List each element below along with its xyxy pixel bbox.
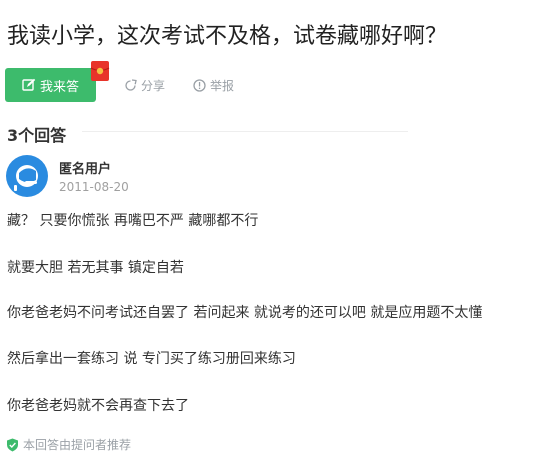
recommended-badge: 本回答由提问者推荐 [6,436,131,453]
share-label: 分享 [141,79,166,93]
answer-paragraph: 藏？ 只要你慌张 再嘴巴不严 藏哪都不行 [7,213,259,229]
share-link[interactable]: 分享 [124,77,165,94]
answer-button-label: 我来答 [39,79,79,95]
answer-count: 3个回答 [7,126,67,145]
edit-icon [22,78,36,91]
answer-button[interactable]: 我来答 [5,68,96,102]
answer-paragraph: 就要大胆 若无其事 镇定自若 [7,260,184,276]
avatar[interactable] [6,155,48,197]
report-icon [193,79,206,92]
shield-check-icon [7,438,18,451]
question-title: 我读小学，这次考试不及格，试卷藏哪好啊？ [7,24,448,49]
recommended-label: 本回答由提问者推荐 [23,438,132,452]
red-packet-icon[interactable] [90,60,110,82]
question-toolbar: 我来答 分享 举报 [5,61,545,102]
answer-paragraph: 你老爸老妈就不会再查下去了 [7,398,189,414]
report-link[interactable]: 举报 [193,77,234,94]
divider [82,131,408,132]
user-name[interactable]: 匿名用户 [59,158,111,177]
answer-date: 2011-08-20 [59,180,129,194]
answer-paragraph: 然后拿出一套练习 说 专门买了练习册回来练习 [7,351,296,367]
answer-paragraph: 你老爸老妈不问考试还自罢了 若问起来 就说考的还可以吧 就是应用题不太懂 [7,305,483,321]
share-icon [125,79,137,91]
report-label: 举报 [210,79,235,93]
